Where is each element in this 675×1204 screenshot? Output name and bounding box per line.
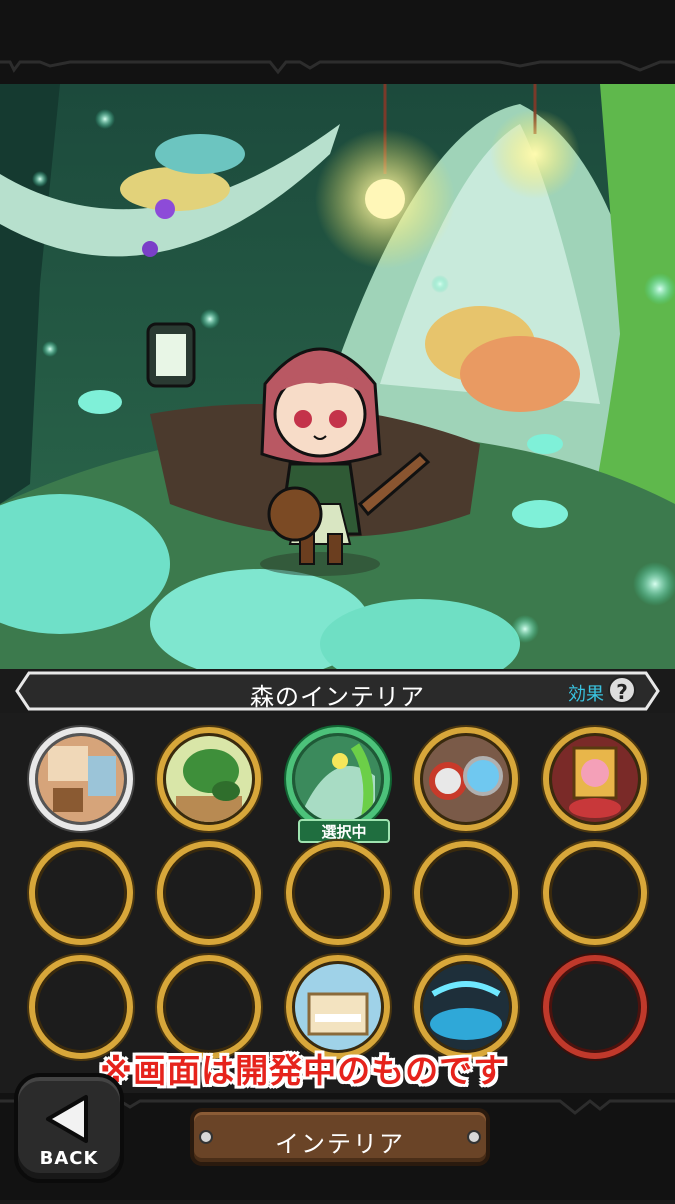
empty-slot[interactable] — [543, 841, 647, 945]
ship-room-thumbnail — [423, 736, 509, 822]
piano-room-thumbnail — [295, 964, 381, 1050]
interior-slot[interactable] — [543, 727, 647, 831]
help-button[interactable]: ? — [608, 676, 636, 704]
interior-title: 森のインテリア — [250, 683, 425, 711]
blue-magic-room-thumbnail — [423, 964, 509, 1050]
empty-slot[interactable] — [29, 841, 133, 945]
back-button[interactable]: BACK — [14, 1073, 124, 1183]
interior-tab-label: インテリア — [275, 1130, 405, 1158]
wooden-room-thumbnail — [38, 736, 124, 822]
interior-slot[interactable] — [157, 727, 261, 831]
back-label: BACK — [39, 1148, 99, 1169]
interior-grid: 選択中 — [0, 713, 675, 1093]
locked-slot[interactable] — [543, 955, 647, 1059]
back-arrow-icon — [46, 1095, 88, 1143]
development-notice: ※画面は開発中のものです — [100, 1051, 508, 1090]
interior-title-bar: 森のインテリア 効果 ? — [15, 669, 660, 713]
selected-badge: 選択中 — [298, 819, 390, 843]
forest-interior-scene — [0, 84, 675, 669]
top-frame — [0, 0, 675, 84]
interior-slot[interactable] — [414, 727, 518, 831]
effect-link[interactable]: 効果 — [568, 680, 604, 706]
plant-room-thumbnail — [166, 736, 252, 822]
pig-portrait-room-thumbnail — [552, 736, 638, 822]
empty-slot[interactable] — [414, 841, 518, 945]
interior-slot[interactable] — [29, 727, 133, 831]
interior-tab-button[interactable]: インテリア — [190, 1108, 490, 1166]
empty-slot[interactable] — [157, 841, 261, 945]
interior-slot[interactable]: 選択中 — [286, 727, 390, 843]
empty-slot[interactable] — [286, 841, 390, 945]
forest-room-thumbnail — [295, 736, 381, 822]
